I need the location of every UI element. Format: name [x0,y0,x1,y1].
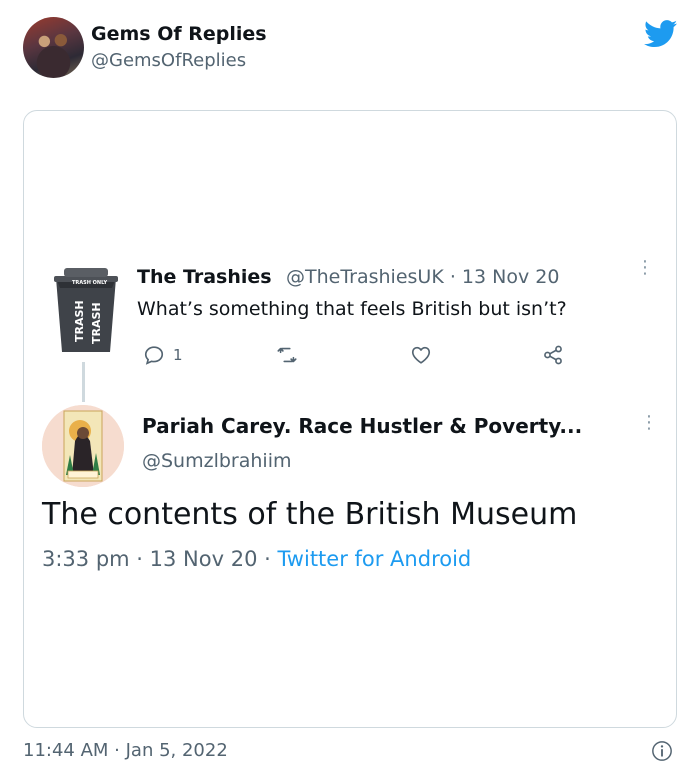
author-handle[interactable]: @GemsOfReplies [91,50,246,71]
retweet-icon [277,347,297,363]
more-icon[interactable]: ⋮ [636,259,654,277]
like-button[interactable] [410,344,432,366]
tweet2-text: The contents of the British Museum [42,497,578,532]
more-icon[interactable]: ⋮ [640,414,658,432]
reply-icon [144,346,164,365]
share-button[interactable] [542,344,564,366]
share-icon [544,345,562,365]
thread-line [82,362,85,402]
author-name[interactable]: Gems Of Replies [91,23,267,45]
avatar[interactable] [23,17,84,78]
avatar-side-label-2: TRASH [90,302,103,344]
tweet1-author-name[interactable]: The Trashies [137,266,272,288]
heart-icon [411,346,431,364]
tweet2-source-link[interactable]: Twitter for Android [277,547,471,571]
avatar[interactable] [42,405,124,487]
reply-count: 1 [173,346,183,364]
avatar-top-label: TRASH ONLY [72,280,107,286]
trash-bin-avatar[interactable]: TRASH ONLY TRASH TRASH [50,262,122,354]
reply-button[interactable]: 1 [143,344,183,366]
tweet2-author-handle[interactable]: @Sumzlbrahiim [142,450,292,472]
tweet1-text: What’s something that feels British but … [137,298,567,320]
tweet2-meta: 3:33 pm · 13 Nov 20 · Twitter for Androi… [42,547,471,571]
avatar-side-label: TRASH [73,300,86,342]
tweet2-author-name[interactable]: Pariah Carey. Race Hustler & Poverty... [142,414,582,438]
info-icon[interactable] [651,740,673,762]
tweet1-handle-date[interactable]: @TheTrashiesUK · 13 Nov 20 [286,266,559,288]
twitter-bird-icon[interactable] [644,20,678,48]
tweet-timestamp[interactable]: 11:44 AM · Jan 5, 2022 [23,740,228,761]
tweet2-time-date[interactable]: 3:33 pm · 13 Nov 20 · [42,547,277,571]
retweet-button[interactable] [276,344,298,366]
